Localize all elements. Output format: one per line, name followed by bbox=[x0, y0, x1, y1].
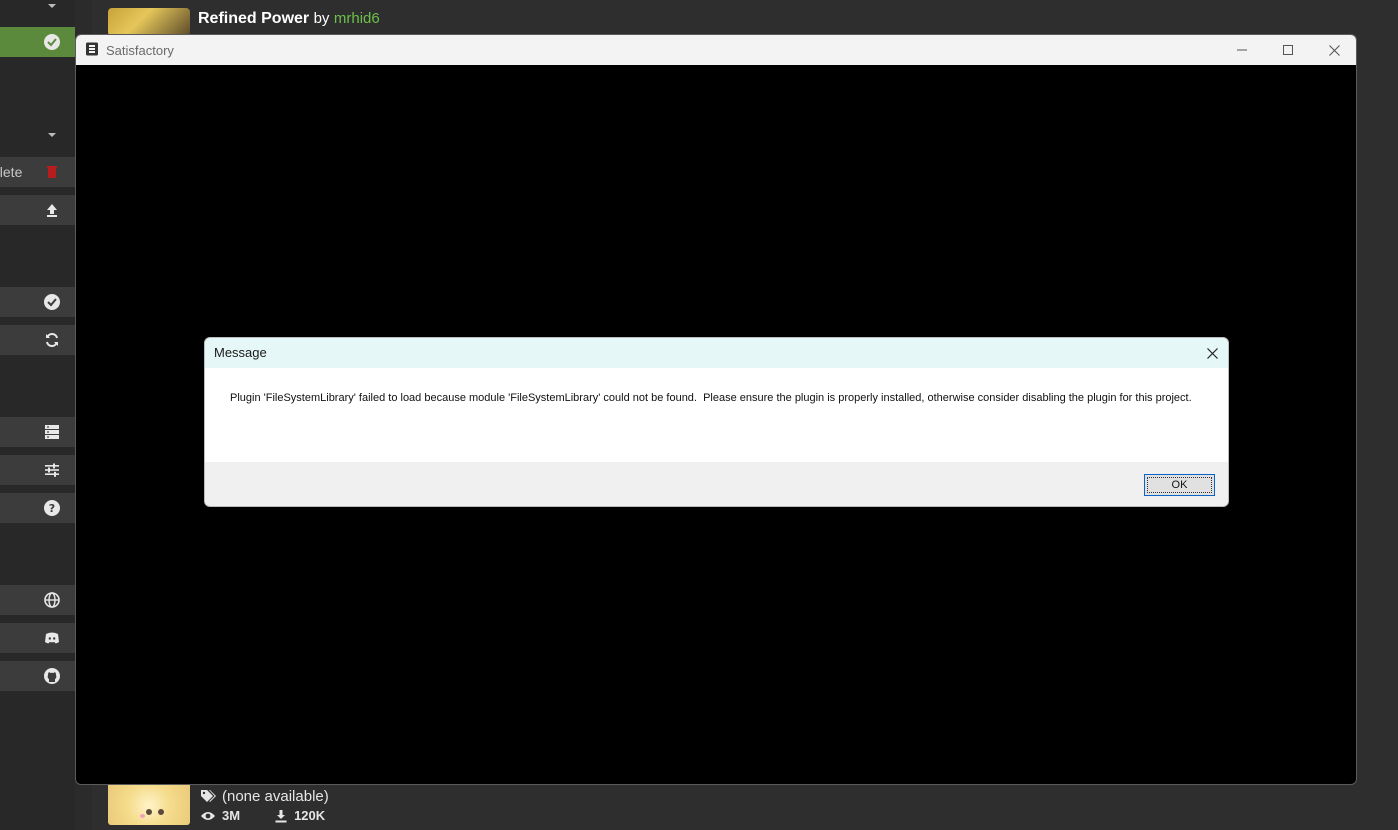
dialog-titlebar[interactable]: Message bbox=[205, 338, 1228, 368]
sidebar: elete ? bbox=[0, 0, 75, 830]
server-icon bbox=[45, 425, 59, 439]
maximize-button[interactable] bbox=[1265, 35, 1311, 65]
minimize-icon bbox=[1237, 49, 1247, 51]
close-icon bbox=[1328, 44, 1340, 56]
minimize-button[interactable] bbox=[1219, 35, 1265, 65]
delete-label: elete bbox=[0, 164, 23, 180]
svg-text:?: ? bbox=[49, 502, 55, 515]
mod-stats: 3M 120K bbox=[200, 808, 325, 823]
sidebar-item-servers[interactable] bbox=[0, 417, 75, 447]
mod-downloads: 120K bbox=[294, 808, 326, 823]
sidebar-item-check[interactable] bbox=[0, 287, 75, 317]
upload-icon bbox=[47, 204, 57, 217]
check-circle-icon bbox=[44, 34, 60, 50]
sidebar-item-website[interactable] bbox=[0, 585, 75, 615]
mod-thumbnail[interactable] bbox=[108, 8, 190, 36]
sliders-icon bbox=[45, 463, 59, 477]
close-button[interactable] bbox=[1311, 35, 1356, 65]
chevron-down-icon bbox=[48, 133, 56, 137]
sidebar-item-delete[interactable]: elete bbox=[0, 157, 75, 187]
mod-title-line[interactable]: Refined Power by mrhid6 bbox=[198, 10, 380, 28]
dialog-close-button[interactable] bbox=[1195, 338, 1228, 368]
download-icon bbox=[275, 809, 287, 822]
game-window-title: Satisfactory bbox=[106, 43, 174, 58]
message-dialog[interactable]: Message Plugin 'FileSystemLibrary' faile… bbox=[204, 337, 1229, 507]
sidebar-item-help[interactable]: ? bbox=[0, 493, 75, 523]
mod-thumbnail[interactable] bbox=[108, 782, 190, 825]
discord-icon bbox=[45, 632, 59, 644]
mod-author[interactable]: mrhid6 bbox=[334, 10, 380, 27]
close-icon bbox=[1206, 347, 1218, 359]
dialog-message: Plugin 'FileSystemLibrary' failed to loa… bbox=[230, 392, 1192, 404]
sidebar-item-settings[interactable] bbox=[0, 455, 75, 485]
game-window-titlebar[interactable]: Satisfactory bbox=[76, 35, 1356, 65]
sidebar-item-enabled[interactable] bbox=[0, 27, 75, 57]
ok-button[interactable]: OK bbox=[1144, 474, 1215, 496]
dialog-title: Message bbox=[214, 345, 267, 360]
sidebar-item-discord[interactable] bbox=[0, 623, 75, 653]
check-circle-icon bbox=[44, 294, 60, 310]
sync-icon bbox=[46, 332, 58, 348]
sidebar-dropdown-profile[interactable] bbox=[0, 119, 75, 149]
trash-icon bbox=[47, 166, 57, 178]
tags-icon bbox=[201, 790, 216, 802]
mod-views: 3M bbox=[222, 808, 241, 823]
eye-icon bbox=[201, 811, 215, 820]
mod-tags-text: (none available) bbox=[222, 788, 329, 805]
satisfactory-app-icon bbox=[86, 42, 98, 56]
mod-tags: (none available) bbox=[200, 788, 329, 805]
chevron-down-icon bbox=[48, 4, 56, 8]
mod-title: Refined Power bbox=[198, 10, 310, 27]
mod-by-label: by bbox=[313, 10, 330, 27]
sidebar-item-upload[interactable] bbox=[0, 195, 75, 225]
sidebar-dropdown-top[interactable] bbox=[0, 0, 75, 20]
sidebar-item-sync[interactable] bbox=[0, 325, 75, 355]
github-icon bbox=[44, 668, 60, 684]
help-circle-icon: ? bbox=[44, 500, 60, 516]
maximize-icon bbox=[1283, 45, 1293, 55]
sidebar-item-github[interactable] bbox=[0, 661, 75, 691]
globe-icon bbox=[44, 592, 60, 608]
dialog-footer: OK bbox=[205, 462, 1228, 506]
